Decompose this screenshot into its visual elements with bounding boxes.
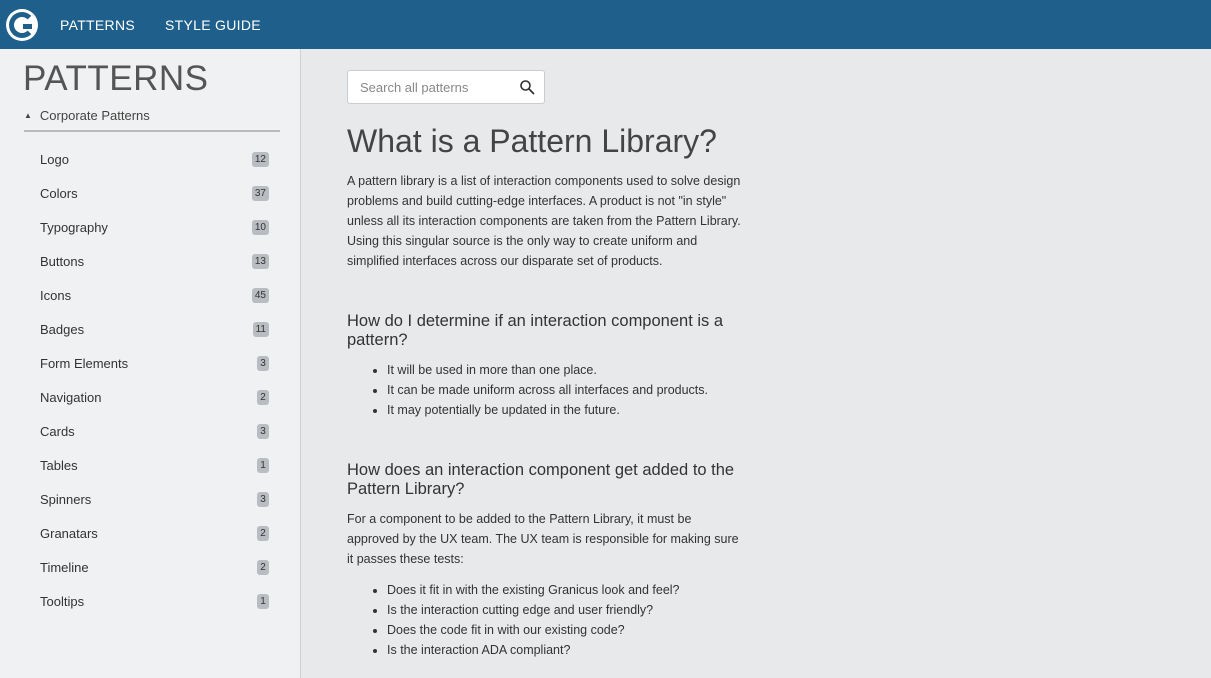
sidebar-item-typography[interactable]: Typography 10 [0,210,300,244]
section-heading-determine: How do I determine if an interaction com… [347,312,724,349]
sidebar-item-navigation[interactable]: Navigation 2 [0,380,300,414]
sidebar-item-label: Timeline [40,559,89,575]
sidebar-item-tables[interactable]: Tables 1 [0,448,300,482]
main-nav: PATTERNS STYLE GUIDE [60,17,291,33]
sidebar: PATTERNS ▲ Corporate Patterns Logo 12 Col… [0,49,301,678]
top-navigation-bar: PATTERNS STYLE GUIDE [0,0,1211,49]
sidebar-item-label: Typography [40,219,108,235]
count-badge: 1 [257,457,269,473]
sidebar-item-form-elements[interactable]: Form Elements 3 [0,346,300,380]
search-icon[interactable] [519,79,535,95]
count-badge: 45 [251,287,269,303]
sidebar-item-timeline[interactable]: Timeline 2 [0,550,300,584]
sidebar-item-label: Granatars [40,525,98,541]
list-item: Is the interaction ADA compliant? [387,640,747,660]
count-badge: 3 [257,491,269,507]
sidebar-items: Logo 12 Colors 37 Typography 10 Buttons 13 I… [0,142,300,618]
sidebar-item-label: Tooltips [40,593,85,609]
sidebar-item-badges[interactable]: Badges 11 [0,312,300,346]
list-item: Is the interaction cutting edge and user… [387,600,747,620]
sidebar-item-buttons[interactable]: Buttons 13 [0,244,300,278]
sidebar-item-label: Icons [40,287,72,303]
search-box [347,70,545,104]
sidebar-title: PATTERNS [23,59,209,98]
approval-paragraph: For a component to be added to the Patte… [347,512,739,566]
count-badge: 2 [257,389,269,405]
count-badge: 2 [257,525,269,541]
count-badge: 3 [257,423,269,439]
sidebar-item-label: Colors [40,185,78,201]
page-title: What is a Pattern Library? [347,123,717,159]
sidebar-item-label: Form Elements [40,355,129,371]
sidebar-item-label: Tables [40,457,78,473]
sidebar-item-tooltips[interactable]: Tooltips 1 [0,584,300,618]
tests-list: Does it fit in with the existing Granicu… [387,580,747,660]
sidebar-item-icons[interactable]: Icons 45 [0,278,300,312]
sidebar-item-label: Logo [40,151,69,167]
list-item: Does it fit in with the existing Granicu… [387,580,747,600]
list-item: Does the code fit in with our existing c… [387,620,747,640]
count-badge: 37 [251,185,269,201]
list-item: It can be made uniform across all interf… [387,380,747,400]
sidebar-item-granatars[interactable]: Granatars 2 [0,516,300,550]
count-badge: 1 [257,593,269,609]
search-input[interactable] [360,79,510,95]
sidebar-item-label: Badges [40,321,85,337]
count-badge: 13 [251,253,269,269]
intro-paragraph: A pattern library is a list of interacti… [347,174,741,268]
sidebar-item-cards[interactable]: Cards 3 [0,414,300,448]
sidebar-item-colors[interactable]: Colors 37 [0,176,300,210]
list-item: It may potentially be updated in the fut… [387,400,747,420]
list-item: It will be used in more than one place. [387,360,747,380]
nav-style-guide[interactable]: STYLE GUIDE [165,17,261,33]
collapse-triangle-icon: ▲ [24,111,32,120]
criteria-list: It will be used in more than one place. … [387,360,747,420]
group-label: Corporate Patterns [39,108,150,123]
main-content: What is a Pattern Library? A pattern lib… [347,70,747,660]
section-heading-added: How does an interaction component get ad… [347,461,735,498]
sidebar-item-label: Buttons [40,253,85,269]
sidebar-item-label: Spinners [40,491,92,507]
count-badge: 12 [251,151,269,167]
count-badge: 10 [251,219,269,235]
count-badge: 3 [257,355,269,371]
count-badge: 11 [252,321,269,337]
sidebar-item-label: Cards [40,423,75,439]
sidebar-item-label: Navigation [40,389,102,405]
count-badge: 2 [257,559,269,575]
group-toggle-corporate-patterns[interactable]: ▲ Corporate Patterns [24,108,280,132]
nav-patterns[interactable]: PATTERNS [60,17,135,33]
sidebar-item-logo[interactable]: Logo 12 [0,142,300,176]
granicus-logo-icon[interactable] [6,8,38,41]
sidebar-item-spinners[interactable]: Spinners 3 [0,482,300,516]
